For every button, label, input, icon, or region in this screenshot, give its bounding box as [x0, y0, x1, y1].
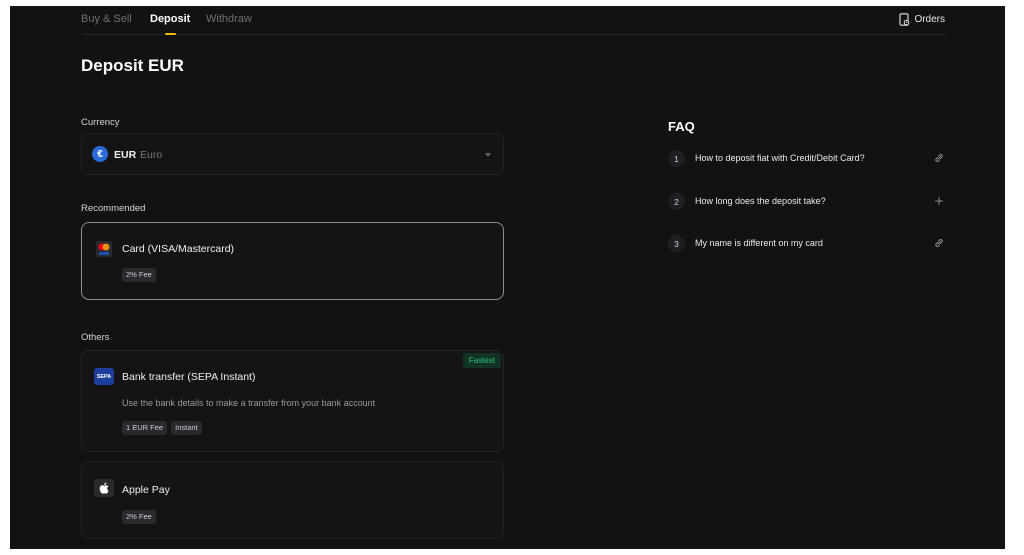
currency-code: EUR — [114, 149, 137, 161]
sepa-icon: SEPA — [94, 368, 114, 385]
app-frame: Buy & Sell Deposit Withdraw Orders Depos… — [10, 6, 1005, 549]
recommended-label: Recommended — [81, 203, 146, 214]
fee-tag: 2% Fee — [122, 510, 156, 524]
faq-item-question: How long does the deposit take? — [695, 196, 826, 206]
credit-card-icon — [96, 241, 112, 257]
sepa-method-description: Use the bank details to make a transfer … — [122, 398, 376, 408]
sepa-method-tags: 1 EUR Fee Instant — [122, 421, 202, 435]
link-icon[interactable] — [933, 237, 945, 249]
fee-tag: 1 EUR Fee — [122, 421, 168, 435]
faq-item-number: 1 — [668, 150, 685, 167]
others-label: Others — [81, 332, 110, 343]
faq-item-question: My name is different on my card — [695, 238, 823, 248]
speed-tag: Instant — [171, 421, 202, 435]
currency-label: Currency — [81, 117, 120, 128]
faq-item-question: How to deposit fiat with Credit/Debit Ca… — [695, 153, 865, 163]
faq-item-number: 2 — [668, 193, 685, 210]
active-tab-indicator — [165, 33, 176, 35]
apple-pay-method-tags: 2% Fee — [122, 510, 156, 524]
fastest-badge: Fastest — [462, 353, 501, 368]
faq-item[interactable]: 2 How long does the deposit take? — [668, 192, 945, 212]
payment-method-sepa[interactable]: Fastest SEPA Bank transfer (SEPA Instant… — [81, 350, 504, 452]
faq-item[interactable]: 1 How to deposit fiat with Credit/Debit … — [668, 149, 945, 169]
tab-buy-sell[interactable]: Buy & Sell — [81, 13, 132, 25]
card-method-tags: 2% Fee — [122, 268, 156, 282]
orders-icon — [899, 13, 910, 26]
apple-pay-method-title: Apple Pay — [122, 484, 170, 496]
payment-method-card[interactable]: Card (VISA/Mastercard) 2% Fee — [81, 222, 504, 300]
top-nav: Buy & Sell Deposit Withdraw Orders — [81, 6, 945, 35]
link-icon[interactable] — [933, 152, 945, 164]
faq-item-number: 3 — [668, 235, 685, 252]
faq-title: FAQ — [668, 119, 695, 134]
tab-withdraw[interactable]: Withdraw — [206, 13, 252, 25]
plus-icon[interactable] — [933, 195, 945, 207]
fee-tag: 2% Fee — [122, 268, 156, 282]
currency-select[interactable]: € EUR Euro — [81, 133, 504, 175]
card-method-title: Card (VISA/Mastercard) — [122, 243, 235, 255]
orders-button[interactable]: Orders — [899, 13, 945, 26]
page-title: Deposit EUR — [81, 56, 184, 75]
tab-deposit[interactable]: Deposit — [150, 13, 190, 25]
euro-coin-icon: € — [92, 146, 108, 162]
currency-name: Euro — [140, 149, 163, 161]
payment-method-apple-pay[interactable]: Apple Pay 2% Fee — [81, 461, 504, 539]
faq-item[interactable]: 3 My name is different on my card — [668, 234, 945, 254]
orders-label: Orders — [914, 14, 945, 25]
chevron-down-icon — [485, 153, 491, 157]
sepa-method-title: Bank transfer (SEPA Instant) — [122, 371, 256, 383]
apple-icon — [94, 479, 114, 497]
